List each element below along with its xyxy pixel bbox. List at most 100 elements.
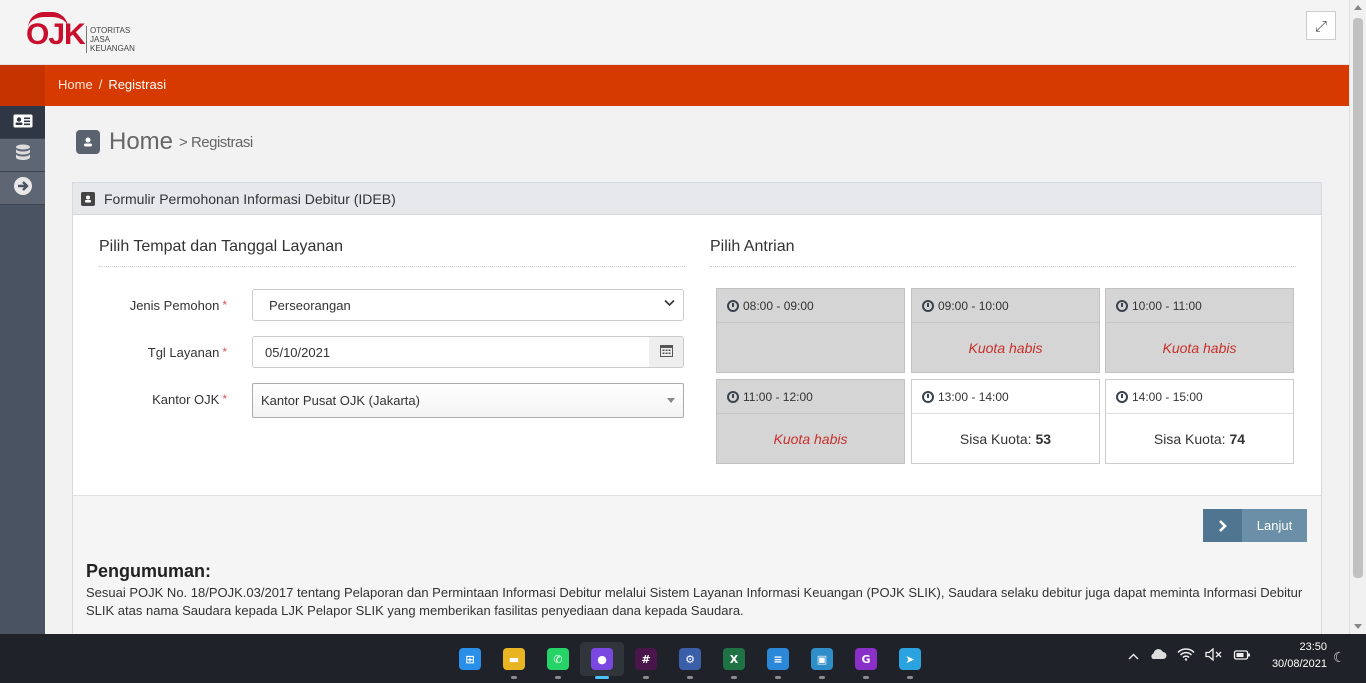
caret-down-icon	[667, 398, 675, 403]
queue-slot: 10:00 - 11:00 Kuota habis	[1105, 288, 1294, 373]
scroll-down-arrow[interactable]	[1354, 624, 1362, 629]
address-book-icon	[76, 130, 100, 154]
running-indicator	[775, 676, 781, 679]
chevron-down-icon	[664, 299, 675, 310]
taskbar-app[interactable]: ⊞	[448, 642, 492, 676]
quota-value: 53	[1035, 431, 1052, 447]
focus-assist-icon[interactable]: ☾	[1333, 650, 1346, 666]
id-card-icon	[13, 113, 33, 132]
lanjut-button[interactable]: Lanjut	[1203, 509, 1307, 542]
breadcrumb-home-link[interactable]: Home	[58, 77, 93, 92]
slot-status: Kuota habis	[773, 431, 848, 447]
main-content: Home > Registrasi Formulir Permohonan In…	[45, 106, 1349, 634]
jenis-pemohon-row: Jenis Pemohon * Perseorangan	[73, 289, 693, 323]
announcement-title: Pengumuman:	[86, 561, 212, 581]
slot-status: Kuota habis	[968, 340, 1043, 356]
slot-quota: Sisa Kuota: 53	[912, 414, 1099, 464]
taskbar-app[interactable]: ✆	[536, 642, 580, 679]
taskbar-app[interactable]: ⚙	[668, 642, 712, 679]
slot-status: Kuota habis	[1162, 340, 1237, 356]
queue-slot[interactable]: 14:00 - 15:00 Sisa Kuota: 74	[1105, 379, 1294, 464]
cloud-icon[interactable]	[1149, 649, 1167, 664]
taskbar-app[interactable]: ●	[580, 642, 624, 679]
queue-slot: 09:00 - 10:00 Kuota habis	[911, 288, 1100, 373]
battery-icon[interactable]	[1233, 649, 1251, 665]
running-indicator	[595, 676, 609, 679]
page-title: Home > Registrasi	[76, 128, 253, 156]
slot-empty	[717, 323, 904, 373]
clock-time: 23:50	[1299, 641, 1327, 653]
running-indicator	[863, 676, 869, 679]
queue-slot: 08:00 - 09:00	[716, 288, 905, 373]
jenis-pemohon-label: Jenis Pemohon *	[129, 298, 227, 313]
remote-desktop-icon: ▣	[811, 648, 833, 670]
running-indicator	[687, 676, 693, 679]
ojk-logo[interactable]: OJK OTORITAS JASA KEUANGAN	[26, 12, 146, 56]
running-indicator	[731, 676, 737, 679]
kantor-ojk-select[interactable]: Kantor Pusat OJK (Jakarta)	[252, 383, 684, 418]
pdf-icon: G	[855, 648, 877, 670]
slot-time: 08:00 - 09:00	[717, 289, 904, 323]
taskbar-clock[interactable]: 23:50 30/08/2021	[1257, 639, 1327, 673]
contact-card-icon	[81, 191, 95, 206]
taskbar-app[interactable]: ▣	[800, 642, 844, 679]
calendar-button[interactable]	[649, 336, 684, 368]
taskbar-app[interactable]: G	[844, 642, 888, 679]
sidebar-item-next[interactable]	[0, 172, 45, 205]
breadcrumb-separator: /	[98, 77, 103, 92]
slot-time: 10:00 - 11:00	[1106, 289, 1293, 323]
sidebar-item-registrasi[interactable]	[0, 106, 51, 139]
taskbar-app[interactable]: #	[624, 642, 668, 679]
whatsapp-icon: ✆	[547, 648, 569, 670]
expand-icon: ⤢	[1314, 16, 1327, 35]
breadcrumb-current: Registrasi	[108, 77, 167, 92]
wifi-icon[interactable]	[1177, 648, 1195, 665]
clock-icon	[727, 390, 739, 403]
clock-icon	[922, 299, 934, 312]
clock-icon	[1116, 390, 1128, 403]
tgl-layanan-input[interactable]: 05/10/2021	[252, 336, 650, 368]
start-icon: ⊞	[459, 648, 481, 670]
taskbar-app[interactable]: ▬	[492, 642, 536, 679]
announcement-body: Sesuai POJK No. 18/POJK.03/2017 tentang …	[86, 585, 1303, 618]
scroll-up-arrow[interactable]	[1354, 5, 1362, 10]
logo-tagline: OTORITAS JASA KEUANGAN	[86, 26, 135, 53]
notepad-icon: ≡	[767, 648, 789, 670]
fullscreen-button[interactable]: ⤢	[1306, 11, 1336, 40]
jenis-pemohon-select[interactable]: Perseorangan	[252, 289, 684, 321]
calendar-icon	[659, 344, 673, 361]
taskbar-apps: ⊞ ▬ ✆ ● # ⚙ X ≡ ▣ G ➤	[448, 642, 932, 679]
file-explorer-icon: ▬	[503, 648, 525, 670]
clock-icon	[922, 390, 934, 403]
panel-heading-text: Formulir Permohonan Informasi Debitur (I…	[104, 190, 396, 207]
queue-section-title: Pilih Antrian	[710, 238, 1296, 267]
taskbar-app[interactable]: ≡	[756, 642, 800, 679]
panel-heading: Formulir Permohonan Informasi Debitur (I…	[73, 183, 1321, 215]
clock-icon	[727, 299, 739, 312]
slot-time: 11:00 - 12:00	[717, 380, 904, 414]
chevron-right-icon	[1203, 509, 1242, 542]
running-indicator	[511, 676, 517, 679]
clock-icon	[1116, 299, 1128, 312]
logo-wordmark: OJK	[26, 18, 86, 51]
running-indicator	[555, 676, 561, 679]
chevron-up-icon[interactable]	[1128, 649, 1139, 664]
slack-icon: #	[635, 648, 657, 670]
speaker-muted-icon[interactable]	[1205, 647, 1223, 665]
firefox-icon: ●	[591, 648, 613, 670]
queue-slot[interactable]: 13:00 - 14:00 Sisa Kuota: 53	[911, 379, 1100, 464]
slot-time: 13:00 - 14:00	[912, 380, 1099, 414]
sidebar-toggle[interactable]	[0, 65, 45, 106]
page-scrollbar[interactable]	[1349, 0, 1366, 634]
scroll-thumb[interactable]	[1353, 18, 1363, 578]
sidebar-item-database[interactable]	[0, 139, 45, 172]
taskbar-app[interactable]: X	[712, 642, 756, 679]
taskbar-app[interactable]: ➤	[888, 642, 932, 679]
form-section-title: Pilih Tempat dan Tanggal Layanan	[99, 238, 685, 267]
breadcrumb-bar: Home / Registrasi	[0, 65, 1349, 106]
breadcrumb: Home / Registrasi	[58, 77, 166, 92]
tgl-layanan-label: Tgl Layanan *	[147, 345, 227, 360]
tgl-layanan-row: Tgl Layanan * 05/10/2021	[73, 336, 693, 370]
slot-time: 14:00 - 15:00	[1106, 380, 1293, 414]
quota-label: Sisa Kuota:	[1153, 431, 1226, 447]
